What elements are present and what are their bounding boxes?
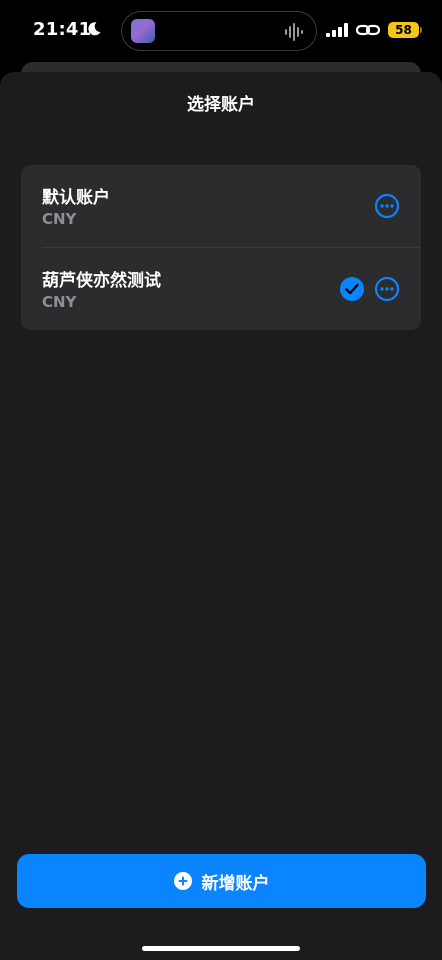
account-row[interactable]: 葫芦侠亦然测试 CNY — [21, 248, 421, 330]
account-name: 默认账户 — [42, 188, 110, 208]
cellular-signal-icon — [326, 23, 348, 37]
status-bar: 21:41 58 — [0, 0, 442, 62]
plus-circle-icon — [173, 872, 192, 890]
add-account-content: 新增账户 — [17, 854, 426, 908]
moon-icon — [88, 22, 101, 36]
checkmark-circle-icon — [340, 277, 364, 301]
account-list: 默认账户 CNY 葫芦侠亦然测试 CNY — [21, 165, 421, 330]
status-time: 21:41 — [33, 19, 92, 40]
audio-waveform-icon — [285, 23, 303, 41]
battery-indicator: 58 — [388, 22, 419, 38]
personal-hotspot-icon — [356, 24, 380, 36]
add-account-label: 新增账户 — [201, 873, 270, 893]
home-indicator[interactable] — [142, 946, 300, 951]
add-account-button[interactable]: 新增账户 — [17, 854, 426, 908]
battery-tip — [420, 27, 422, 33]
ellipsis-circle-icon[interactable] — [374, 193, 400, 219]
ellipsis-circle-icon[interactable] — [374, 276, 400, 302]
sheet-title: 选择账户 — [187, 95, 255, 115]
dynamic-island[interactable] — [121, 11, 317, 51]
account-currency: CNY — [42, 293, 77, 311]
account-row[interactable]: 默认账户 CNY — [21, 165, 421, 247]
now-playing-artwork — [131, 19, 155, 43]
account-name: 葫芦侠亦然测试 — [42, 271, 161, 291]
account-currency: CNY — [42, 210, 77, 228]
